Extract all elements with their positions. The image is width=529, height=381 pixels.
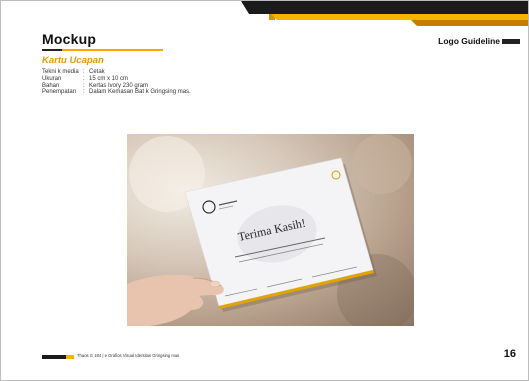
thumbnail xyxy=(209,280,221,288)
hand xyxy=(127,274,224,326)
spec-list: Tekni k media: Cetak Ukuran:15 cm x 10 cm… xyxy=(42,69,191,96)
spec-label: Tekni k media xyxy=(42,69,79,75)
spec-row: Ukuran:15 cm x 10 cm xyxy=(42,76,191,83)
spec-value: Cetak xyxy=(89,69,105,75)
spec-row: Penempatan: Dalam Kemasan Bat k Gringsing… xyxy=(42,89,191,96)
footer-bar-gold xyxy=(66,355,74,359)
footer-text: Thaos G 184 | e Grafios Visual Identitas… xyxy=(77,353,180,358)
spec-value: Kertas Ivory 230 gram xyxy=(89,82,149,89)
spec-row: Bahan: Kertas Ivory 230 gram xyxy=(42,83,191,90)
page-title: Mockup xyxy=(42,31,97,47)
guideline-bar xyxy=(502,39,520,44)
spec-row: Tekni k media: Cetak xyxy=(42,69,191,76)
spec-label: Penempatan xyxy=(42,89,77,96)
mockup-photo: Terima Kasih! xyxy=(127,134,414,326)
spec-value: Dalam Kemasan Bat k Gringsing mas. xyxy=(89,89,191,96)
guideline-label: Logo Guideline xyxy=(438,36,500,46)
mockup-illustration: Terima Kasih! xyxy=(127,134,414,326)
spec-value: 15 cm x 10 cm xyxy=(89,75,129,82)
page-number: 16 xyxy=(503,348,516,360)
spec-label: Ukuran xyxy=(42,75,62,82)
title-underline-dark xyxy=(42,49,62,51)
header-band-gold xyxy=(271,14,528,20)
bokeh-light xyxy=(352,134,412,194)
header-band-orange xyxy=(411,20,528,26)
spec-label: Bahan xyxy=(42,82,60,89)
header-band-dark xyxy=(241,1,528,14)
slide-page: Mockup Logo Guideline Kartu Ucapan Tekni… xyxy=(0,0,529,381)
section-subtitle: Kartu Ucapan xyxy=(42,55,104,66)
footer-bar-dark xyxy=(42,355,66,359)
